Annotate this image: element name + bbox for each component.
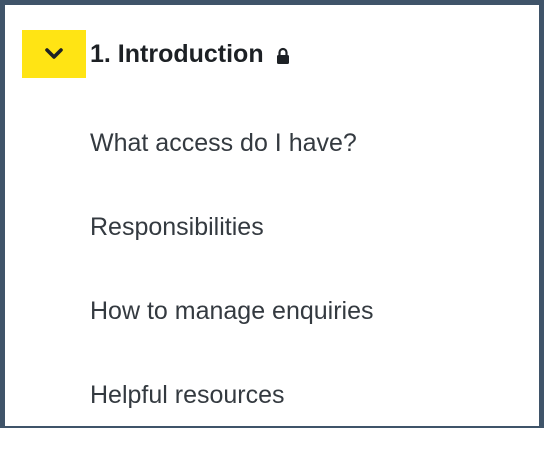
section-header[interactable]: 1. Introduction [22,30,290,78]
chevron-down-icon [45,48,63,60]
activity-link-access[interactable]: What access do I have? [90,113,374,197]
course-index-panel: 1. Introduction What access do I have? R… [0,0,544,428]
activity-list: What access do I have? Responsibilities … [90,113,374,449]
activity-link-responsibilities[interactable]: Responsibilities [90,197,374,281]
section-title[interactable]: 1. Introduction [90,30,264,78]
section-collapse-toggle[interactable] [22,30,86,78]
lock-icon [276,47,290,65]
activity-link-resources[interactable]: Helpful resources [90,365,374,449]
activity-link-enquiries[interactable]: How to manage enquiries [90,281,374,365]
